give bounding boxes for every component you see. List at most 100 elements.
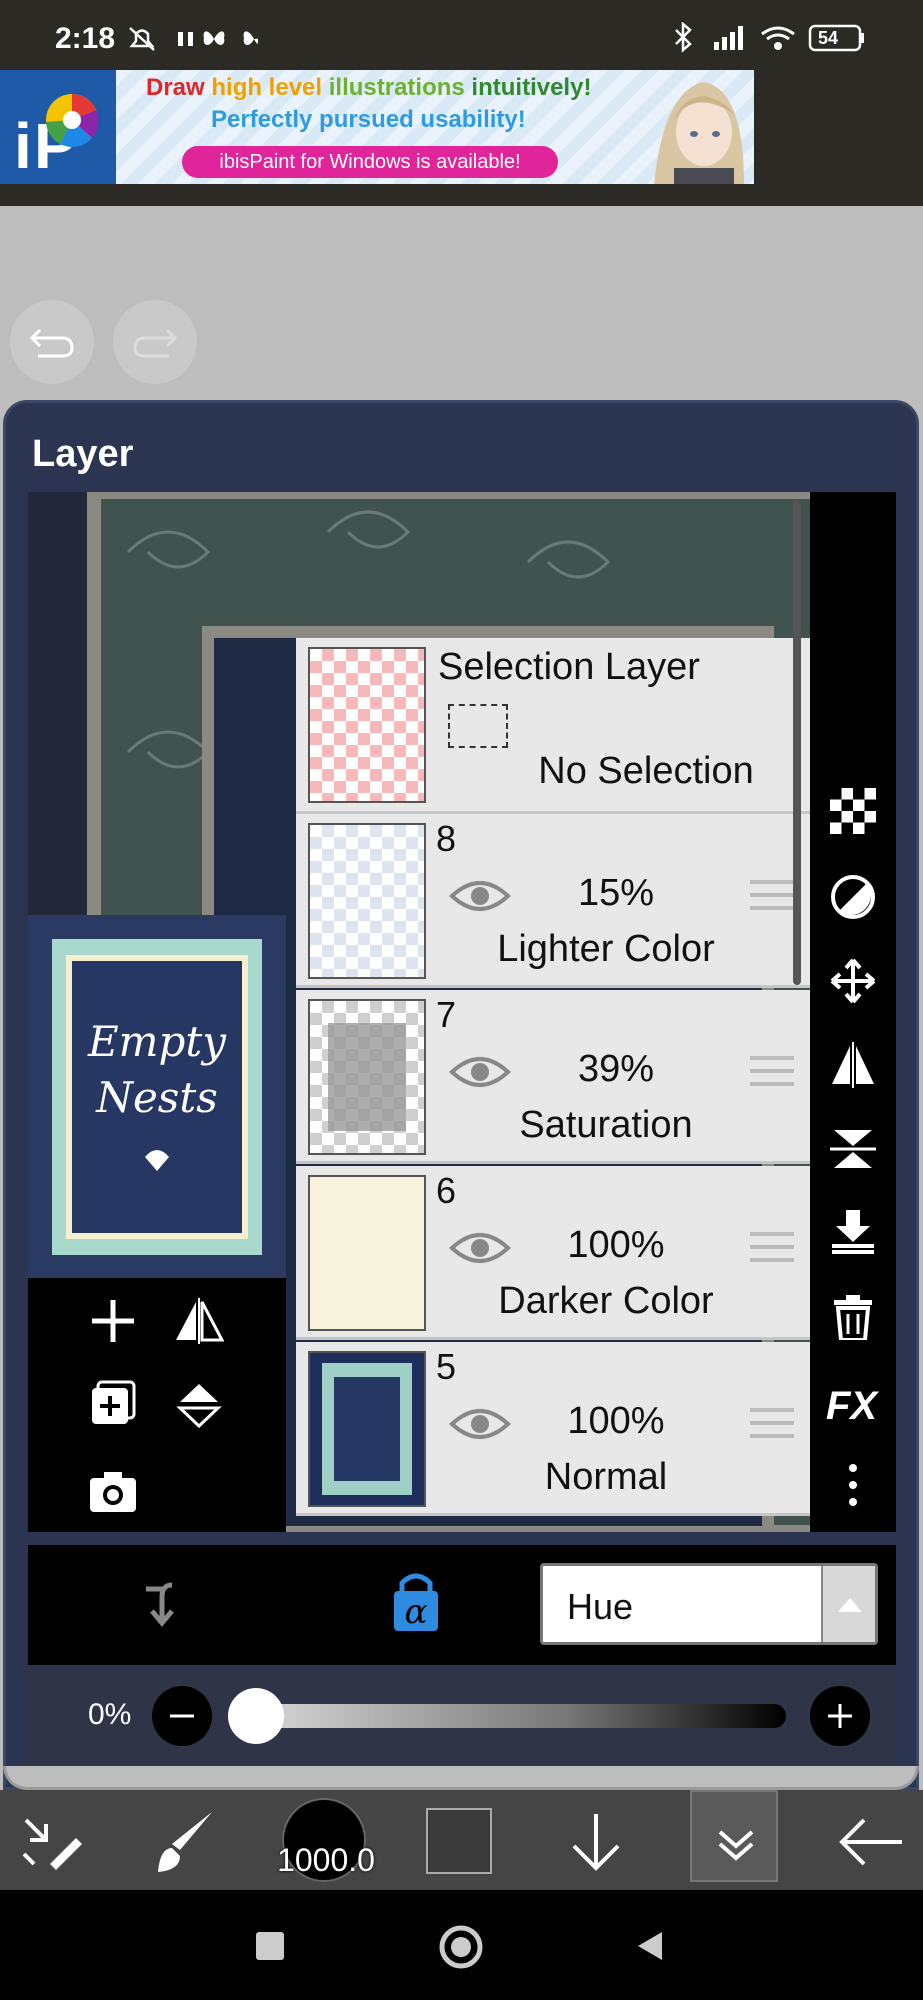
- ad-subline: Perfectly pursued usability!: [211, 106, 526, 133]
- system-nav-bar: [0, 1890, 923, 2000]
- redo-button[interactable]: [113, 300, 197, 384]
- selection-layer-name: Selection Layer: [438, 646, 700, 688]
- opacity-value: 0%: [88, 1698, 132, 1731]
- alpha-lock-icon[interactable]: α: [386, 1567, 446, 1637]
- layer-number: 5: [436, 1346, 457, 1387]
- flip-vertical-icon[interactable]: [830, 1126, 876, 1172]
- layer-actions-panel: [28, 1278, 286, 1532]
- layer-blend-mode: Saturation: [519, 1104, 693, 1146]
- drag-handle-icon[interactable]: [750, 1232, 794, 1264]
- add-layer-icon[interactable]: [88, 1296, 138, 1346]
- layer-thumbnail: [308, 1351, 426, 1507]
- blend-mode-bar: α Hue: [28, 1545, 896, 1665]
- layer-thumbnail: [308, 823, 426, 979]
- layer-list-scrollbar[interactable]: [793, 500, 801, 985]
- flip-vertical-icon[interactable]: [174, 1380, 224, 1430]
- layer-row-7[interactable]: 7 39% Saturation: [296, 990, 810, 1164]
- trash-icon[interactable]: [830, 1294, 876, 1340]
- color-swatch[interactable]: [426, 1808, 492, 1874]
- opacity-slider-knob[interactable]: [228, 1688, 284, 1744]
- clip-icon[interactable]: [132, 1575, 192, 1635]
- layer-tools-sidebar: FX: [810, 492, 896, 1532]
- undo-icon: [29, 328, 74, 358]
- canvas-thumbnail[interactable]: Empty Nests: [28, 915, 286, 1278]
- layer-row-6[interactable]: 6 100% Darker Color: [296, 1166, 810, 1340]
- layer-opacity: 15%: [577, 872, 655, 914]
- selection-status: No Selection: [538, 750, 754, 792]
- opacity-decrease-button[interactable]: [152, 1686, 212, 1746]
- move-icon[interactable]: [830, 958, 876, 1004]
- more-icon[interactable]: [830, 1462, 876, 1508]
- layer-number: 6: [436, 1170, 457, 1211]
- ad-banner-bar[interactable]: i P Draw high level illustrations intuit…: [0, 70, 923, 206]
- eye-icon[interactable]: [448, 1404, 512, 1444]
- ad-cta-pill[interactable]: ibisPaint for Windows is available!: [182, 146, 558, 178]
- collapse-icon: [718, 1830, 754, 1861]
- blend-mode-select[interactable]: Hue: [540, 1563, 878, 1645]
- layer-thumbnail: [308, 999, 426, 1155]
- layer-thumbnail: [308, 1175, 426, 1331]
- eye-icon[interactable]: [448, 876, 512, 916]
- merge-down-icon[interactable]: [830, 1208, 876, 1254]
- drag-handle-icon[interactable]: [750, 880, 794, 912]
- fx-icon[interactable]: FX: [826, 1384, 877, 1429]
- camera-icon[interactable]: [88, 1466, 138, 1516]
- layer-opacity: 100%: [567, 1400, 665, 1442]
- bottom-toolbar: 1000.0: [0, 1790, 923, 1890]
- svg-text:i: i: [14, 110, 32, 182]
- notification-icons: [129, 27, 258, 51]
- thumbnail-title-line2: Nests: [96, 1073, 218, 1122]
- ad-headline: Draw high level illustrations intuitivel…: [146, 74, 592, 101]
- drag-handle-icon[interactable]: [750, 1056, 794, 1088]
- undo-button[interactable]: [10, 300, 94, 384]
- layer-blend-mode: Normal: [544, 1456, 668, 1498]
- half-circle-icon[interactable]: [830, 874, 876, 920]
- layer-panel-toggle[interactable]: [690, 1790, 778, 1882]
- blend-mode-value: Hue: [567, 1586, 634, 1627]
- ad-content[interactable]: Draw high level illustrations intuitivel…: [116, 70, 754, 184]
- thumbnail-cover: Empty Nests: [72, 961, 242, 1233]
- status-bar: 2:18 54: [0, 0, 923, 70]
- flip-horizontal-icon[interactable]: [830, 1042, 876, 1088]
- layer-blend-mode: Darker Color: [498, 1280, 714, 1322]
- opacity-increase-button[interactable]: [810, 1686, 870, 1746]
- drag-handle-icon[interactable]: [750, 1408, 794, 1440]
- layer-number: 7: [436, 994, 457, 1035]
- duplicate-layer-icon[interactable]: [88, 1380, 138, 1430]
- battery-level: 54: [818, 28, 839, 48]
- layer-opacity: 100%: [567, 1224, 665, 1266]
- recents-button[interactable]: [256, 1932, 284, 1960]
- eye-icon[interactable]: [448, 1052, 512, 1092]
- opacity-bar: 0%: [28, 1668, 896, 1766]
- eye-icon[interactable]: [448, 1228, 512, 1268]
- checker-icon[interactable]: [830, 788, 876, 834]
- brush-icon[interactable]: [150, 1808, 220, 1878]
- layer-opacity: 39%: [577, 1048, 655, 1090]
- panel-bottom-edge: [3, 1766, 919, 1790]
- layer-blend-mode: Lighter Color: [497, 928, 715, 970]
- redo-icon: [133, 328, 178, 358]
- home-button[interactable]: [436, 1922, 486, 1972]
- status-time: 2:18: [55, 22, 116, 55]
- brush-size-value: 1000.0: [277, 1842, 375, 1878]
- selection-layer-row[interactable]: Selection Layer No Selection: [296, 638, 810, 814]
- svg-text:α: α: [405, 1592, 428, 1632]
- opacity-slider-track[interactable]: [238, 1704, 786, 1728]
- transform-icon[interactable]: [20, 1814, 82, 1870]
- layer-row-5[interactable]: 5 100% Normal: [296, 1342, 810, 1516]
- system-status-icons: [675, 22, 864, 53]
- ibispaint-logo: i P: [0, 70, 116, 184]
- layer-row-8[interactable]: 8 15% Lighter Color: [296, 814, 810, 988]
- selection-marquee-icon: [448, 704, 508, 748]
- shell-icon: [145, 1150, 169, 1171]
- back-arrow-icon[interactable]: [836, 1814, 906, 1870]
- panel-title: Layer: [32, 433, 134, 475]
- back-button[interactable]: [632, 1928, 668, 1964]
- thumbnail-title-line1: Empty: [88, 1017, 226, 1066]
- down-arrow-icon[interactable]: [566, 1810, 626, 1874]
- layer-number: 8: [436, 818, 457, 859]
- selection-layer-thumbnail: [308, 647, 426, 803]
- ad-character-image: [654, 82, 744, 184]
- flip-horizontal-icon[interactable]: [174, 1296, 224, 1346]
- blend-mode-arrow[interactable]: [821, 1566, 875, 1642]
